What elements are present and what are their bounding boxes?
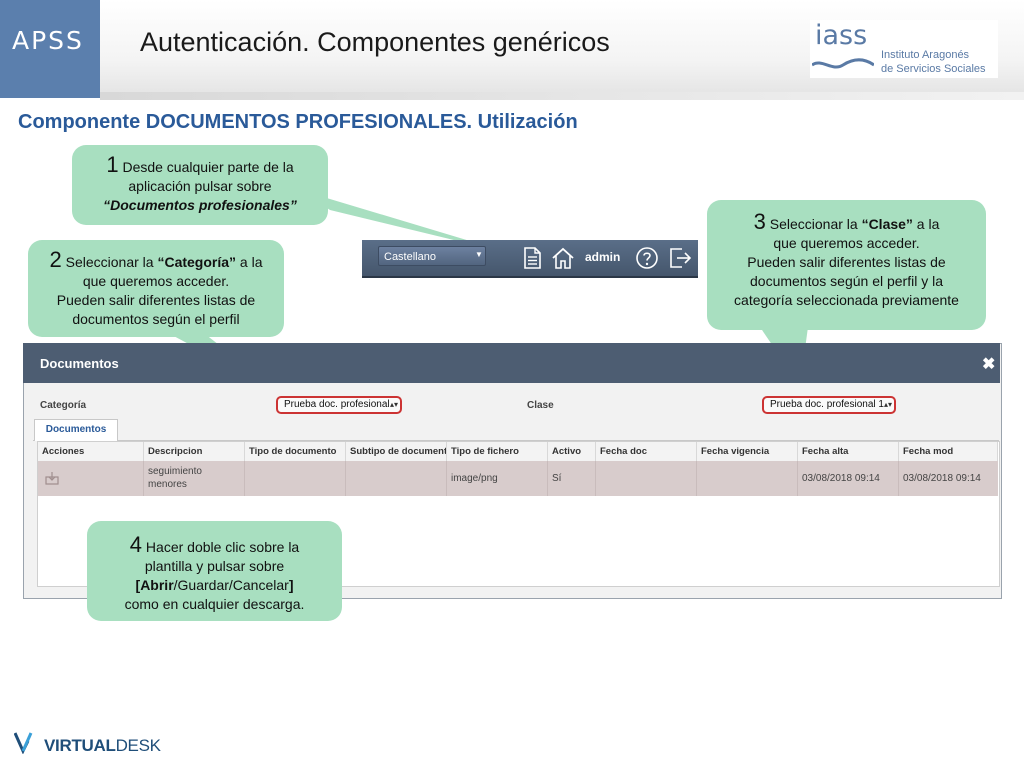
descripcion-text: menores	[148, 479, 187, 490]
callout-text: que queremos acceder.	[773, 235, 920, 251]
help-icon[interactable]	[635, 246, 659, 270]
virtualdesk-logo-icon	[14, 732, 33, 754]
callout-step1: 1 Desde cualquier parte de la aplicación…	[72, 145, 328, 225]
close-icon[interactable]: ✖	[982, 354, 995, 374]
cell-fecha-alta: 03/08/2018 09:14	[798, 461, 899, 496]
cell-tipo-documento	[245, 461, 346, 496]
callout-text: Hacer doble clic sobre la	[145, 539, 300, 555]
callout-text: Pueden salir diferentes listas de	[747, 254, 946, 270]
callout-text: a la	[236, 254, 263, 270]
callout-text: que queremos acceder.	[82, 273, 230, 289]
callout-emphasis: “Categoría”	[157, 254, 237, 270]
brand-bold: VIRTUAL	[44, 736, 116, 755]
callout-text: “Documentos profesionales”	[103, 197, 297, 213]
modal-header	[23, 343, 1000, 383]
step-number: 3	[753, 209, 766, 234]
callout-text: Seleccionar la	[65, 254, 158, 270]
callout-emphasis: Abrir	[140, 577, 174, 593]
callout-text: /Guardar/Cancelar	[173, 577, 289, 593]
clase-select[interactable]: Prueba doc. profesional 1	[762, 396, 896, 414]
language-select[interactable]: Castellano	[378, 246, 486, 266]
column-header[interactable]: Descripcion	[144, 442, 245, 461]
home-icon[interactable]	[551, 246, 575, 270]
user-label[interactable]: admin	[585, 250, 620, 264]
select-arrows-icon: ▴▾	[884, 400, 893, 409]
callout-step2: 2 Seleccionar la “Categoría” a la que qu…	[28, 240, 284, 337]
cell-descripcion: seguimiento menores	[144, 461, 245, 496]
chevron-down-icon: ▼	[475, 250, 483, 259]
logout-icon[interactable]	[668, 246, 692, 270]
callout-text: Desde cualquier parte de la	[122, 159, 294, 175]
step-number: 4	[129, 532, 143, 557]
cell-subtipo	[346, 461, 447, 496]
callout-emphasis: ]	[288, 577, 294, 593]
download-icon[interactable]	[45, 471, 59, 485]
select-arrows-icon: ▴▾	[390, 400, 399, 409]
categoria-label: Categoría	[40, 400, 87, 411]
column-header[interactable]: Subtipo de document	[346, 442, 447, 461]
callout-text: documentos según el perfil	[72, 311, 240, 327]
column-header[interactable]: Fecha alta	[798, 442, 899, 461]
descripcion-text: seguimiento	[148, 466, 202, 477]
callout-text: categoría seleccionada previamente	[734, 292, 959, 308]
tab-documentos[interactable]: Documentos	[34, 419, 118, 441]
column-header[interactable]: Tipo de documento	[245, 442, 346, 461]
tab-bar	[33, 418, 999, 441]
callout-step3: 3 Seleccionar la “Clase” a la que querem…	[707, 200, 986, 330]
clase-label: Clase	[527, 400, 554, 411]
cell-fecha-mod: 03/08/2018 09:14	[903, 473, 981, 484]
callout-text: como en cualquier descarga.	[124, 596, 305, 612]
callout-text: aplicación pulsar sobre	[128, 178, 272, 194]
column-header[interactable]: Fecha doc	[596, 442, 697, 461]
callout-text: Seleccionar la	[769, 216, 862, 232]
step-number: 2	[49, 247, 62, 272]
step-number: 1	[106, 152, 119, 177]
column-header[interactable]: Tipo de fichero	[447, 442, 548, 461]
callout-step4: 4 Hacer doble clic sobre la plantilla y …	[87, 521, 342, 621]
document-icon[interactable]	[520, 246, 544, 270]
column-header[interactable]: Fecha mod	[899, 442, 998, 461]
modal-title: Documentos	[40, 356, 119, 371]
brand-light: DESK	[115, 736, 161, 755]
callout-text: plantilla y pulsar sobre	[144, 558, 285, 574]
column-header[interactable]: Fecha vigencia	[697, 442, 798, 461]
cell-tipo-fichero: image/png	[447, 461, 548, 496]
column-header[interactable]: Activo	[548, 442, 596, 461]
callout-emphasis: “Clase”	[861, 216, 913, 232]
callout-text: Pueden salir diferentes listas de	[56, 292, 256, 308]
cell-activo: Sí	[548, 461, 596, 496]
column-header[interactable]: Acciones	[38, 442, 144, 461]
cell-fecha-doc	[596, 461, 697, 496]
callout-text: a la	[912, 216, 940, 232]
callout-text: documentos según el perfil y la	[750, 273, 943, 289]
categoria-select[interactable]: Prueba doc. profesional	[276, 396, 402, 414]
virtualdesk-brand: VIRTUALDESK	[44, 736, 161, 756]
cell-fecha-vigencia	[697, 461, 798, 496]
